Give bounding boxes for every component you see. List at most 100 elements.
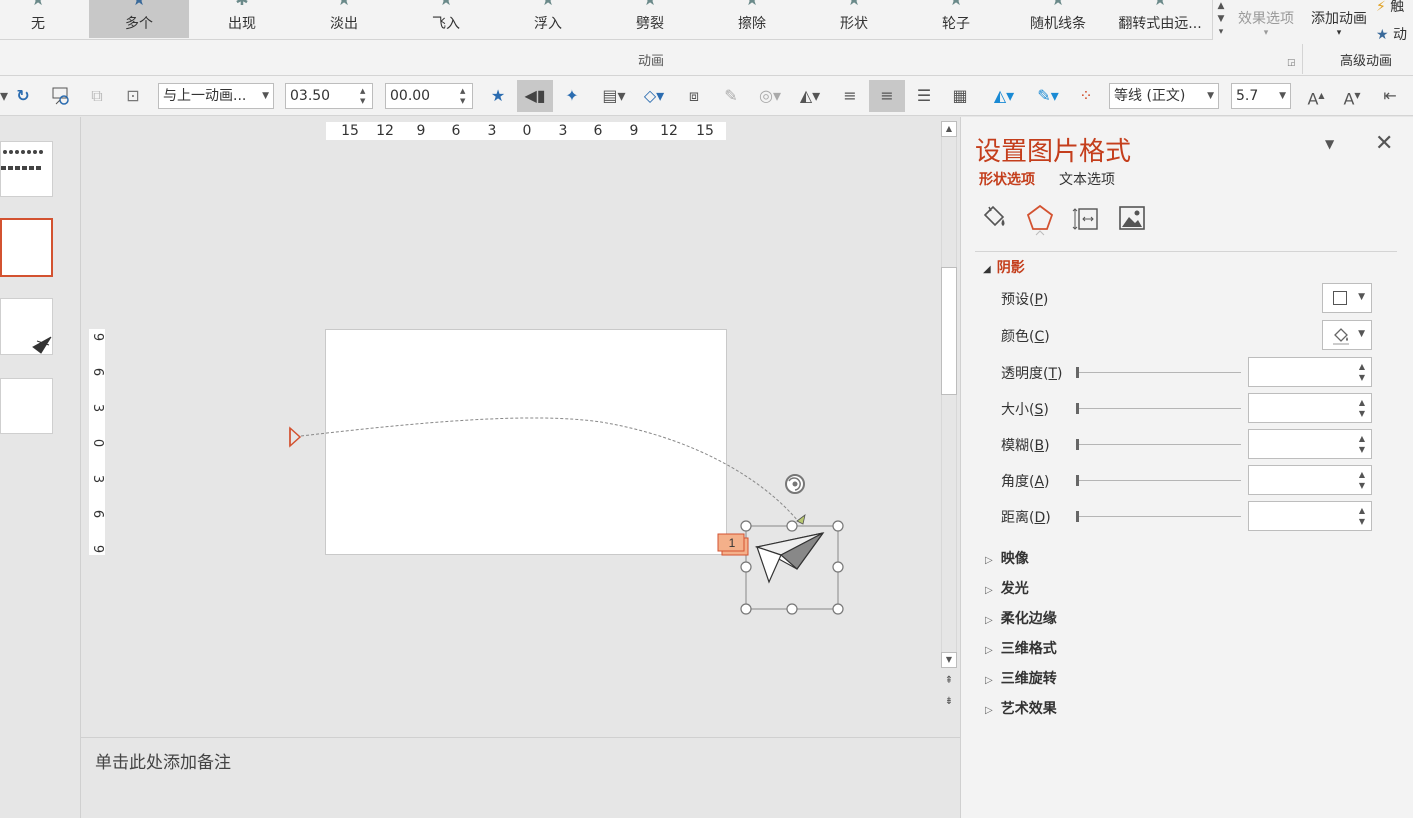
close-icon[interactable]: ✕ xyxy=(1375,131,1393,157)
fill-color-icon[interactable]: ◭▾ xyxy=(984,80,1024,112)
animation-shape[interactable]: ★形状 xyxy=(804,0,904,38)
effects-pentagon-icon[interactable] xyxy=(1025,203,1055,236)
spin-arrows-icon[interactable]: ▲ ▼ xyxy=(1359,505,1365,527)
blur-spinbox[interactable]: ▲ ▼ xyxy=(1248,429,1372,459)
toolbar-more-icon[interactable]: ▾ xyxy=(0,80,8,112)
animation-grow-turn[interactable]: ★翻转式由远... xyxy=(1110,0,1210,38)
angle-spinbox[interactable]: ▲ ▼ xyxy=(1248,465,1372,495)
motion-path-start-icon[interactable] xyxy=(796,514,806,525)
animation-random-bars[interactable]: ★随机线条 xyxy=(1008,0,1108,38)
align-right-icon[interactable]: ☰ xyxy=(912,80,936,112)
spin-arrows-icon[interactable]: ▲ ▼ xyxy=(460,86,469,106)
delay-spinner[interactable]: 00.00 ▲ ▼ xyxy=(385,83,473,109)
pane-options-icon[interactable]: ▼ xyxy=(1325,137,1334,151)
add-animation-button[interactable]: 添加动画 ▾ xyxy=(1304,0,1374,46)
section-artistic-effects[interactable]: ▷ 艺术效果 xyxy=(985,698,1057,718)
notes-placeholder[interactable]: 单击此处添加备注 xyxy=(95,748,231,773)
tab-text-options[interactable]: 文本选项 xyxy=(1059,169,1115,189)
size-spinbox[interactable]: ▲ ▼ xyxy=(1248,393,1372,423)
star-effect-icon[interactable]: ★ xyxy=(484,80,512,112)
next-slide-icon[interactable]: ⇟ xyxy=(941,695,957,709)
animation-appear[interactable]: ✱出现 xyxy=(192,0,292,38)
animation-split[interactable]: ★劈裂 xyxy=(600,0,700,38)
trigger-button[interactable]: ⚡ 触 ★ 动 xyxy=(1376,0,1413,46)
flip-icon[interactable]: ◭▾ xyxy=(792,80,828,112)
align-left-icon[interactable]: ≡ xyxy=(838,80,862,112)
preview-icon[interactable] xyxy=(48,80,74,112)
copy-animation-icon[interactable]: ⧉ xyxy=(86,80,108,112)
section-shadow-header[interactable]: ◢ 阴影 xyxy=(983,257,1025,277)
spin-arrows-icon[interactable]: ▲ ▼ xyxy=(1359,397,1365,419)
slide-thumbnail-1[interactable] xyxy=(0,141,53,197)
font-name-combo[interactable]: 等线 (正文) ▼ xyxy=(1109,83,1219,109)
merge-shapes-icon[interactable]: ◎▾ xyxy=(752,80,788,112)
redo-icon[interactable]: ↻ xyxy=(12,80,34,112)
previous-slide-icon[interactable]: ⇞ xyxy=(941,674,957,688)
distance-slider[interactable] xyxy=(1076,511,1241,522)
spin-arrows-icon[interactable]: ▲ ▼ xyxy=(1359,469,1365,491)
spin-arrows-icon[interactable]: ▲ ▼ xyxy=(360,86,369,106)
chevron-down-icon[interactable]: ▼ xyxy=(1213,13,1229,26)
canvas-scrollbar[interactable]: ▲ ▼ ⇞ ⇟ xyxy=(938,117,960,737)
gallery-more-icon[interactable]: ▾ xyxy=(1213,26,1229,39)
slide-thumbnail-4[interactable] xyxy=(0,378,53,434)
text-direction-icon[interactable]: ⇤ xyxy=(1378,80,1402,112)
shadow-preset-button[interactable]: ▼ xyxy=(1322,283,1372,313)
start-combo[interactable]: 与上一动画... ▼ xyxy=(158,83,274,109)
shadow-color-button[interactable]: ▼ xyxy=(1322,320,1372,350)
dialog-launcher-icon[interactable]: ◲ xyxy=(1287,58,1296,68)
tab-shape-options[interactable]: 形状选项 xyxy=(979,169,1035,189)
animation-wheel[interactable]: ★轮子 xyxy=(906,0,1006,38)
motion-path[interactable] xyxy=(300,417,799,522)
size-properties-icon[interactable] xyxy=(1071,203,1101,233)
chevron-up-icon[interactable]: ▲ xyxy=(1213,0,1229,13)
blur-slider[interactable] xyxy=(1076,439,1241,450)
text-box-icon[interactable]: ▤▾ xyxy=(596,80,632,112)
effect-options-button[interactable]: 效果选项 ▾ xyxy=(1230,0,1302,42)
slide-thumbnail-2[interactable] xyxy=(0,218,53,277)
slider-knob[interactable] xyxy=(1076,475,1079,486)
animation-order-tag[interactable]: 1 xyxy=(717,533,749,556)
align-objects-icon[interactable]: ⧈ xyxy=(682,80,706,112)
section-3d-format[interactable]: ▷ 三维格式 xyxy=(985,638,1057,658)
font-size-combo[interactable]: 5.7 ▼ xyxy=(1231,83,1291,109)
paper-plane-icon[interactable] xyxy=(754,532,825,584)
scroll-down-icon[interactable]: ▼ xyxy=(941,652,957,668)
slider-knob[interactable] xyxy=(1076,439,1079,450)
rotate-handle-icon[interactable] xyxy=(785,474,805,494)
distance-spinbox[interactable]: ▲ ▼ xyxy=(1248,501,1372,531)
picture-icon[interactable] xyxy=(1117,203,1147,233)
animation-fade[interactable]: ★淡出 xyxy=(294,0,394,38)
notes-pane[interactable]: 单击此处添加备注 xyxy=(81,737,960,818)
scroll-up-icon[interactable]: ▲ xyxy=(941,121,957,137)
pin-icon[interactable]: ✎ xyxy=(720,80,742,112)
resize-handles[interactable] xyxy=(740,520,844,615)
duration-spinner[interactable]: 03.50 ▲ ▼ xyxy=(285,83,373,109)
animation-none[interactable]: ★无 xyxy=(0,0,88,38)
transparency-slider[interactable] xyxy=(1076,367,1241,378)
line-color-icon[interactable]: ✎▾ xyxy=(1028,80,1068,112)
slider-knob[interactable] xyxy=(1076,367,1079,378)
scroll-thumb[interactable] xyxy=(941,267,957,395)
motion-path-end-icon[interactable] xyxy=(289,426,302,448)
star-path-icon[interactable]: ✦ xyxy=(558,80,586,112)
section-3d-rotation[interactable]: ▷ 三维旋转 xyxy=(985,668,1057,688)
sound-icon[interactable]: ◀▮ xyxy=(517,80,553,112)
slider-knob[interactable] xyxy=(1076,511,1079,522)
angle-slider[interactable] xyxy=(1076,475,1241,486)
spin-arrows-icon[interactable]: ▲ ▼ xyxy=(1359,433,1365,455)
spin-arrows-icon[interactable]: ▲ ▼ xyxy=(1359,361,1365,383)
gallery-scroll[interactable]: ▲ ▼ ▾ xyxy=(1212,0,1229,40)
section-reflection[interactable]: ▷ 映像 xyxy=(985,548,1029,568)
fill-line-icon[interactable] xyxy=(979,203,1009,233)
shape-icon[interactable]: ◇▾ xyxy=(636,80,672,112)
section-soft-edges[interactable]: ▷ 柔化边缘 xyxy=(985,608,1057,628)
animation-fly-in[interactable]: ★飞入 xyxy=(396,0,496,38)
selection-box[interactable] xyxy=(745,525,839,610)
slider-knob[interactable] xyxy=(1076,403,1079,414)
slide-thumbnail-3[interactable] xyxy=(0,298,53,355)
transparency-spinbox[interactable]: ▲ ▼ xyxy=(1248,357,1372,387)
section-glow[interactable]: ▷ 发光 xyxy=(985,578,1029,598)
increase-font-icon[interactable]: A▲ xyxy=(1303,80,1329,112)
calendar-icon[interactable]: ▦ xyxy=(948,80,972,112)
